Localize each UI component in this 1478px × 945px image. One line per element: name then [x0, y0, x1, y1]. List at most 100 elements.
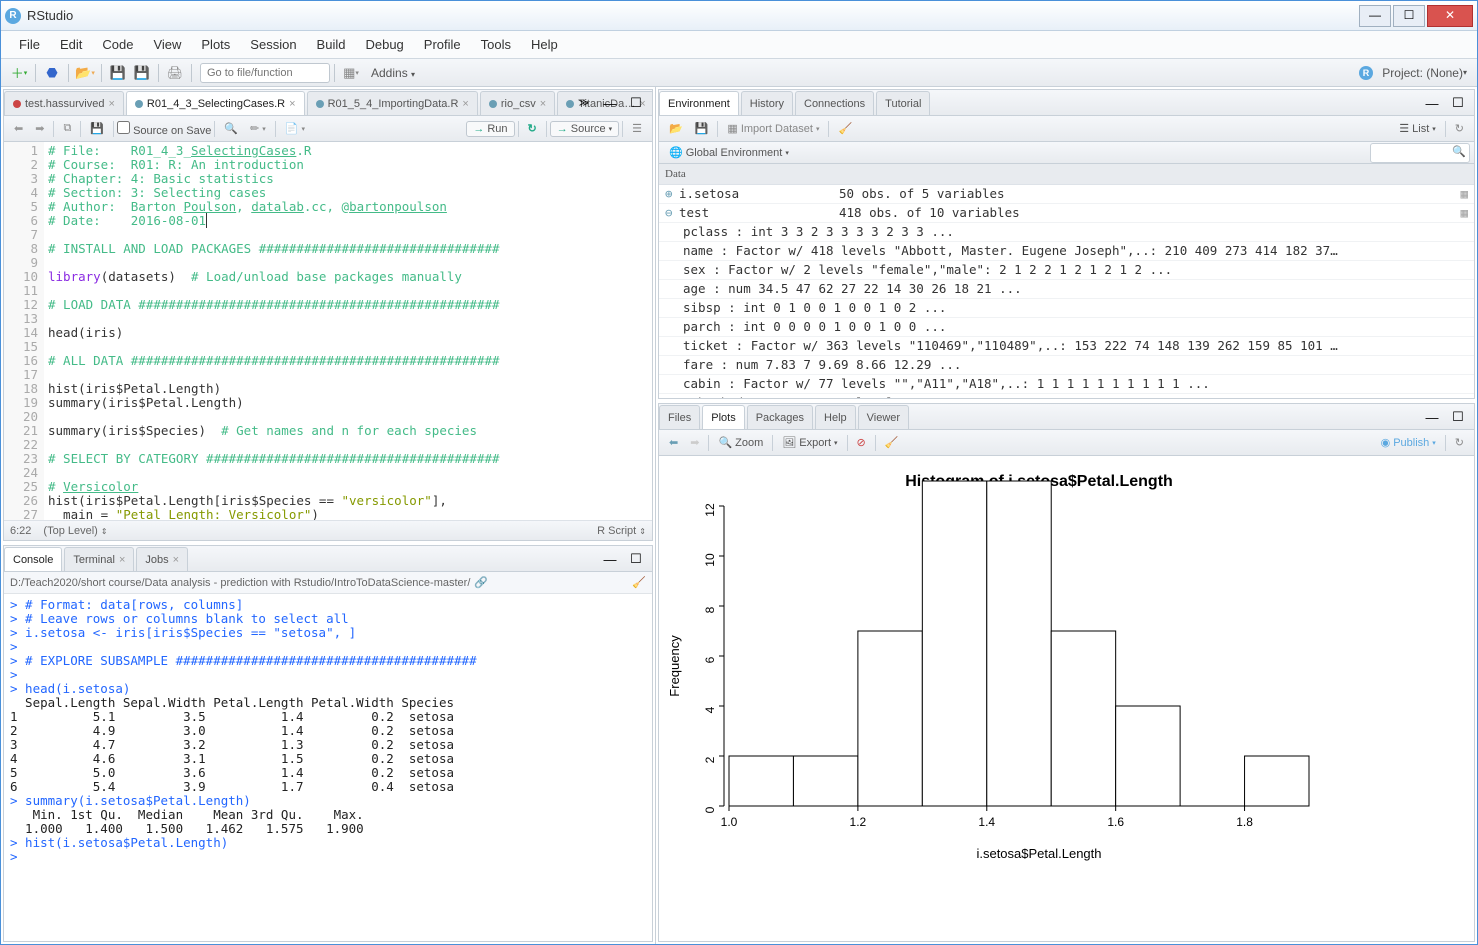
maximize-console-icon[interactable]: ☐ [626, 549, 646, 569]
env-toolbar: 📂 💾 ▦ Import Dataset ▾ 🧹 ☰ List ▾ ↻ [659, 116, 1474, 142]
knit-button[interactable]: 📄▾ [279, 120, 311, 137]
global-env-dropdown[interactable]: 🌐 Global Environment ▾ [663, 144, 795, 161]
code-editor[interactable]: 1234567891011121314151617181920212223242… [4, 142, 652, 520]
refresh-env-button[interactable]: ↻ [1449, 120, 1470, 137]
clear-console-button[interactable]: 🧹 [632, 576, 646, 589]
show-in-new-window-button[interactable]: ⧉ [57, 120, 77, 137]
save-all-button[interactable]: 💾 [132, 63, 152, 83]
expand-icon[interactable]: ⊕ [665, 185, 679, 203]
menu-build[interactable]: Build [307, 33, 356, 56]
close-tab-icon[interactable]: × [108, 98, 114, 110]
find-button[interactable]: 🔍 [218, 120, 244, 137]
plot-tab[interactable]: Packages [747, 405, 813, 429]
grid-button[interactable]: ▦▾ [341, 63, 361, 83]
clear-env-button[interactable]: 🧹 [832, 120, 858, 137]
close-tab-icon[interactable]: × [173, 554, 179, 566]
export-button[interactable]: 🖼 Export ▾ [776, 434, 843, 451]
menu-plots[interactable]: Plots [191, 33, 240, 56]
source-tab[interactable]: R01_4_3_SelectingCases.R× [126, 91, 305, 115]
source-tab[interactable]: R01_5_4_ImportingData.R× [307, 91, 478, 115]
console-path-icon[interactable]: 🔗 [474, 576, 488, 589]
save-workspace-button[interactable]: 💾 [689, 120, 715, 137]
env-tab[interactable]: Connections [795, 91, 874, 115]
open-file-button[interactable]: 📂▾ [75, 63, 95, 83]
minimize-plot-icon[interactable]: — [1422, 407, 1442, 427]
forward-button[interactable]: ➡ [29, 120, 50, 137]
print-button[interactable]: 🖨 [165, 63, 185, 83]
source-tab[interactable]: test.hassurvived× [4, 91, 124, 115]
rerun-button[interactable]: ↻ [522, 120, 543, 137]
svg-text:12: 12 [703, 503, 717, 517]
minimize-button[interactable]: — [1359, 5, 1391, 27]
clear-plots-button[interactable]: 🧹 [879, 434, 905, 451]
minimize-env-icon[interactable]: — [1422, 93, 1442, 113]
file-type-dropdown[interactable]: R Script ⇕ [597, 525, 646, 537]
grid-icon[interactable]: ▦ [1460, 204, 1468, 222]
save-button[interactable]: 💾 [108, 63, 128, 83]
minimize-source-icon[interactable]: — [600, 93, 620, 113]
menu-help[interactable]: Help [521, 33, 568, 56]
env-item[interactable]: ⊖test418 obs. of 10 variables▦ [659, 204, 1474, 223]
maximize-plot-icon[interactable]: ☐ [1448, 407, 1468, 427]
source-on-save-checkbox[interactable]: Source on Save [117, 121, 211, 137]
close-button[interactable]: ✕ [1427, 5, 1473, 27]
svg-text:1.4: 1.4 [978, 815, 995, 829]
plot-tab[interactable]: Files [659, 405, 700, 429]
addins-menu[interactable]: Addins ▾ [371, 66, 415, 80]
outline-button[interactable]: ☰ [626, 120, 648, 137]
menu-debug[interactable]: Debug [355, 33, 413, 56]
env-tab[interactable]: Environment [659, 91, 739, 115]
source-tab[interactable]: rio_csv× [480, 91, 555, 115]
console-output[interactable]: > # Format: data[rows, columns]> # Leave… [4, 594, 652, 941]
source-dropdown-button[interactable]: →Source ▾ [550, 121, 619, 137]
menu-file[interactable]: File [9, 33, 50, 56]
window-title: RStudio [27, 8, 1357, 23]
grid-icon[interactable]: ▦ [1460, 185, 1468, 203]
plot-tab[interactable]: Plots [702, 405, 744, 429]
close-tab-icon[interactable]: × [119, 554, 125, 566]
new-project-button[interactable]: ⬣ [42, 63, 62, 83]
maximize-button[interactable]: ☐ [1393, 5, 1425, 27]
remove-plot-button[interactable]: ⊘ [851, 434, 872, 451]
env-subitem: cabin : Factor w/ 77 levels "","A11","A1… [659, 375, 1474, 394]
list-view-button[interactable]: ☰ List ▾ [1393, 120, 1442, 137]
console-tab[interactable]: Jobs× [136, 547, 188, 571]
expand-icon[interactable]: ⊖ [665, 204, 679, 222]
menu-edit[interactable]: Edit [50, 33, 92, 56]
close-tab-icon[interactable]: × [540, 98, 546, 110]
scope-dropdown[interactable]: (Top Level) ⇕ [43, 525, 107, 537]
scroll-tabs-icon[interactable]: ≫ [574, 93, 594, 113]
close-tab-icon[interactable]: × [289, 98, 295, 110]
wand-button[interactable]: ✏▾ [244, 120, 272, 137]
publish-button[interactable]: ◉ Publish ▾ [1375, 434, 1442, 451]
goto-file-input[interactable] [200, 63, 330, 83]
back-button[interactable]: ⬅ [8, 120, 29, 137]
prev-plot-button[interactable]: ⬅ [663, 434, 684, 451]
env-tab[interactable]: History [741, 91, 793, 115]
save-source-button[interactable]: 💾 [84, 120, 110, 137]
env-item[interactable]: ⊕i.setosa50 obs. of 5 variables▦ [659, 185, 1474, 204]
load-workspace-button[interactable]: 📂 [663, 120, 689, 137]
menu-code[interactable]: Code [92, 33, 143, 56]
zoom-button[interactable]: 🔍 Zoom [712, 434, 769, 451]
close-tab-icon[interactable]: × [462, 98, 468, 110]
maximize-source-icon[interactable]: ☐ [626, 93, 646, 113]
project-menu[interactable]: R Project: (None) ▾ [1359, 66, 1467, 80]
console-tab[interactable]: Console [4, 547, 62, 571]
run-button[interactable]: →Run [466, 121, 514, 137]
env-subitem: pclass : int 3 3 2 3 3 3 3 2 3 3 ... [659, 223, 1474, 242]
menu-session[interactable]: Session [240, 33, 306, 56]
menu-view[interactable]: View [143, 33, 191, 56]
console-tab[interactable]: Terminal× [64, 547, 134, 571]
menu-profile[interactable]: Profile [414, 33, 471, 56]
maximize-env-icon[interactable]: ☐ [1448, 93, 1468, 113]
import-dataset-button[interactable]: ▦ Import Dataset ▾ [721, 120, 825, 137]
refresh-plot-button[interactable]: ↻ [1449, 434, 1470, 451]
minimize-console-icon[interactable]: — [600, 549, 620, 569]
env-tab[interactable]: Tutorial [876, 91, 930, 115]
next-plot-button[interactable]: ➡ [684, 434, 705, 451]
new-file-button[interactable]: ＋▾ [9, 63, 29, 83]
plot-tab[interactable]: Viewer [858, 405, 909, 429]
plot-tab[interactable]: Help [815, 405, 856, 429]
menu-tools[interactable]: Tools [471, 33, 521, 56]
